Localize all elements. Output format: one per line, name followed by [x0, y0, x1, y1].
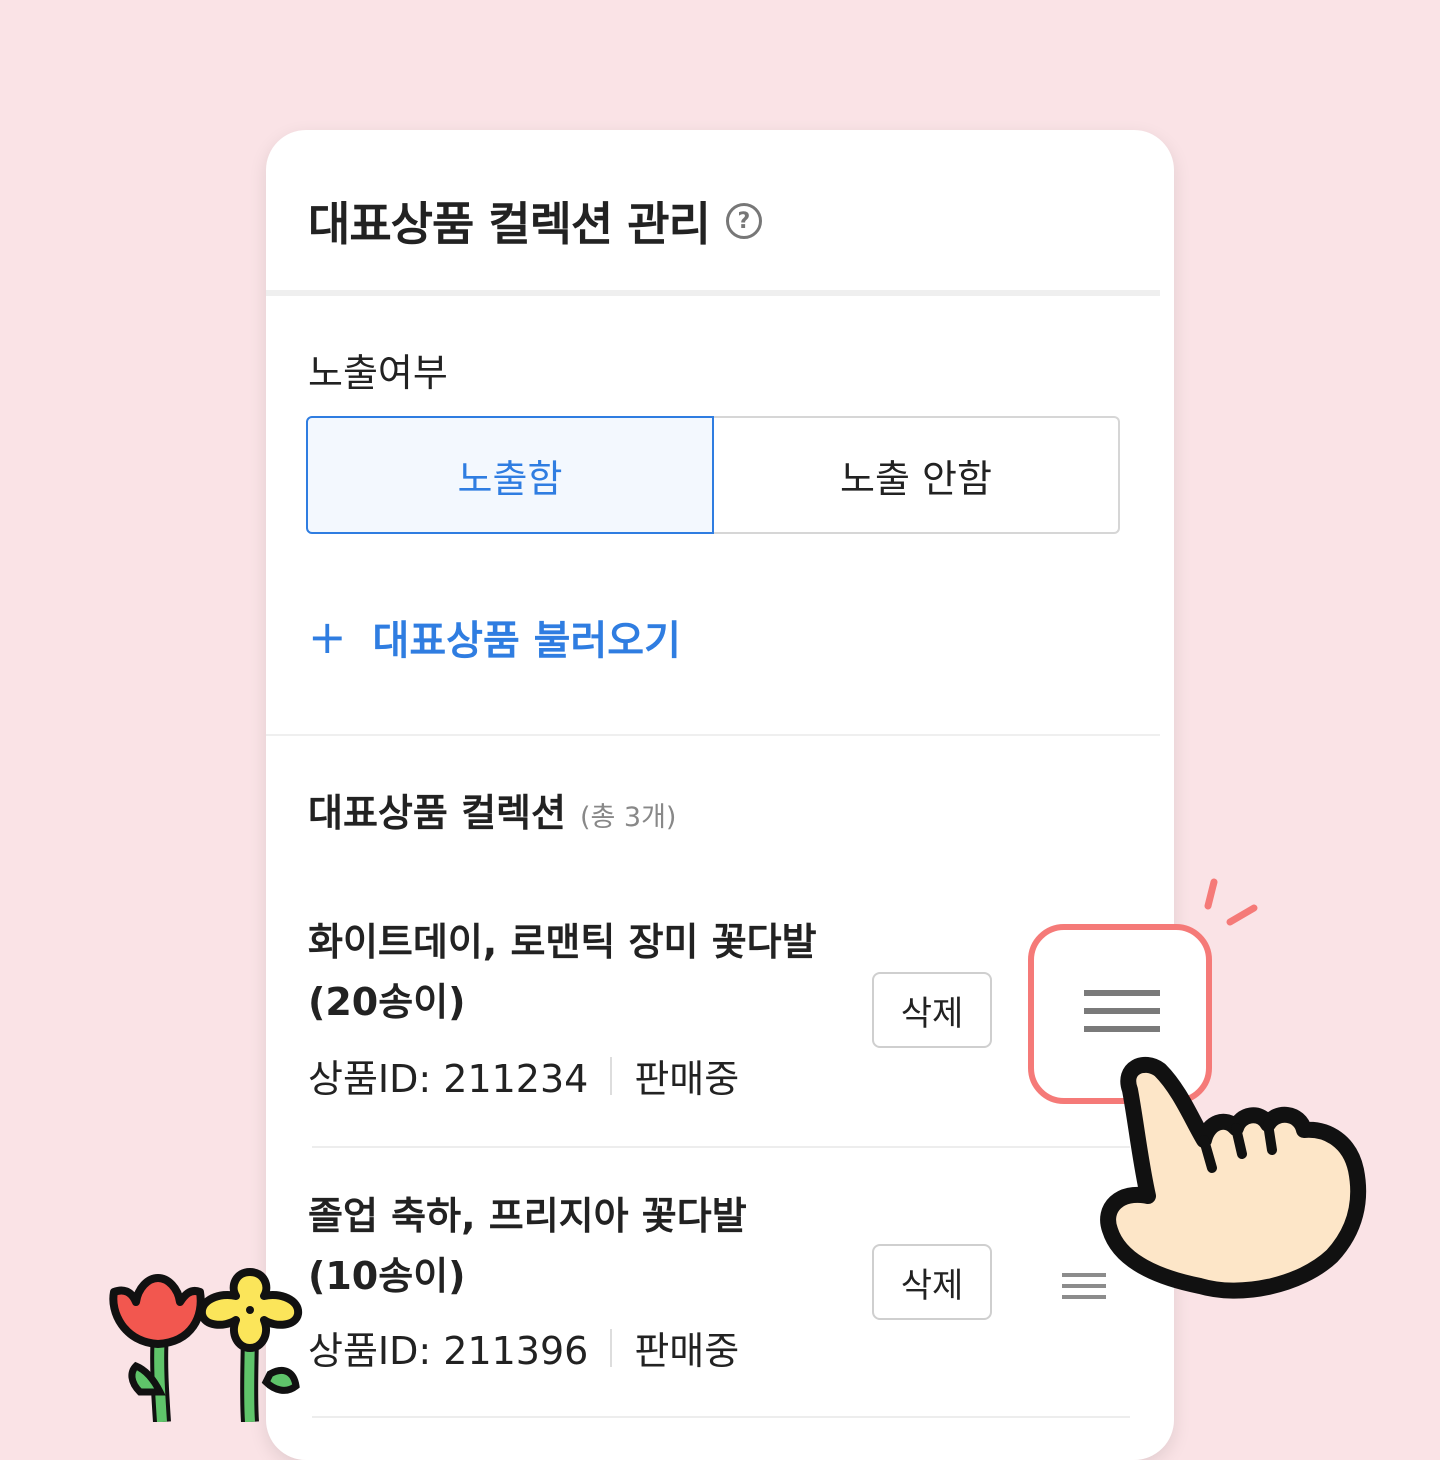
load-products-button[interactable]: + 대표상품 불러오기	[308, 608, 681, 666]
collection-count: (총 3개)	[579, 802, 677, 833]
product-id: 상품ID: 211396	[308, 1329, 589, 1373]
item-name-line: 화이트데이, 로맨틱 장미 꽃다발	[308, 920, 817, 964]
plus-icon: +	[308, 610, 347, 664]
sparkle-icon	[1204, 878, 1258, 926]
page-title: 대표상품 컬렉션 관리	[308, 197, 711, 251]
collection-header: 대표상품 컬렉션 (총 3개)	[308, 782, 676, 837]
item-name-line: (20송이)	[308, 980, 466, 1024]
pointing-hand-icon	[1100, 1056, 1367, 1299]
sale-status: 판매중	[634, 1057, 740, 1101]
drag-handle-icon[interactable]	[1084, 990, 1160, 1044]
delete-button[interactable]: 삭제	[872, 1244, 992, 1320]
divider	[266, 734, 1160, 736]
item-meta: 상품ID: 211396 판매중	[308, 1320, 739, 1375]
meta-separator	[610, 1056, 613, 1095]
collection-title: 대표상품 컬렉션	[308, 791, 566, 835]
header: 대표상품 컬렉션 관리 ?	[308, 188, 762, 254]
delete-button[interactable]: 삭제	[872, 972, 992, 1048]
item-divider	[312, 1416, 1130, 1418]
item-divider	[312, 1146, 1130, 1148]
visibility-show-option[interactable]: 노출함	[306, 416, 714, 534]
item-name-line: (10송이)	[308, 1254, 466, 1298]
divider	[266, 290, 1160, 296]
visibility-toggle: 노출함 노출 안함	[306, 416, 1120, 534]
item-name: 졸업 축하, 프리지아 꽃다발 (10송이)	[308, 1186, 828, 1306]
sale-status: 판매중	[634, 1329, 740, 1373]
item-name-line: 졸업 축하, 프리지아 꽃다발	[308, 1194, 747, 1238]
help-icon[interactable]: ?	[725, 203, 762, 239]
flowers-illustration	[109, 1268, 303, 1422]
collection-manager-card: 대표상품 컬렉션 관리 ? 노출여부 노출함 노출 안함 + 대표상품 불러오기…	[266, 130, 1174, 1460]
visibility-label: 노출여부	[308, 351, 448, 395]
meta-separator	[610, 1328, 613, 1367]
item-meta: 상품ID: 211234 판매중	[308, 1048, 739, 1103]
item-name: 화이트데이, 로맨틱 장미 꽃다발 (20송이)	[308, 912, 828, 1032]
product-id: 상품ID: 211234	[308, 1057, 589, 1101]
load-products-label: 대표상품 불러오기	[372, 618, 681, 664]
visibility-hide-option[interactable]: 노출 안함	[714, 416, 1120, 534]
